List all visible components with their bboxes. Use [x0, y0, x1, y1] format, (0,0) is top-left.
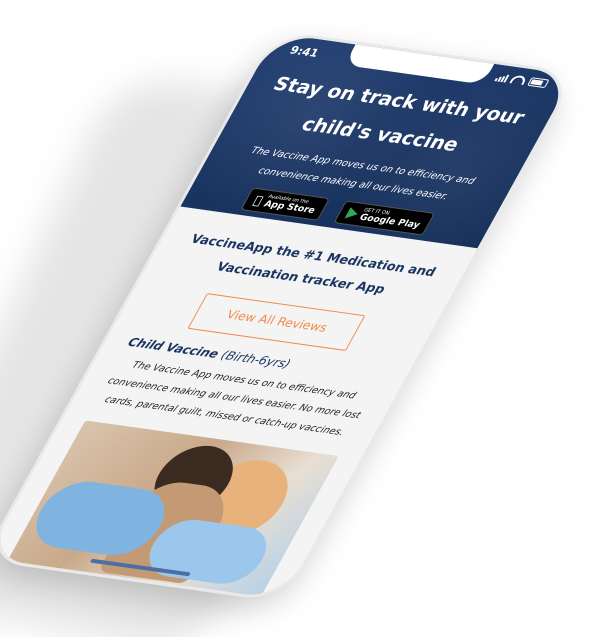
app-store-label: Available on the App Store: [262, 194, 320, 216]
google-play-label: GET IT ON Google Play: [357, 207, 425, 230]
status-icons: [494, 73, 550, 89]
section-age-range: (Birth-6yrs): [218, 348, 294, 371]
signal-icon: [494, 73, 510, 83]
battery-icon: [527, 77, 550, 89]
stage: 9:41 Stay on track with your child's vac…: [0, 0, 606, 637]
app-store-button[interactable]:  Available on the App Store: [240, 187, 330, 221]
view-all-reviews-button[interactable]: View All Reviews: [187, 293, 366, 351]
status-time: 9:41: [287, 43, 322, 60]
google-play-button[interactable]: GET IT ON Google Play: [333, 200, 435, 236]
wifi-icon: [509, 74, 528, 86]
